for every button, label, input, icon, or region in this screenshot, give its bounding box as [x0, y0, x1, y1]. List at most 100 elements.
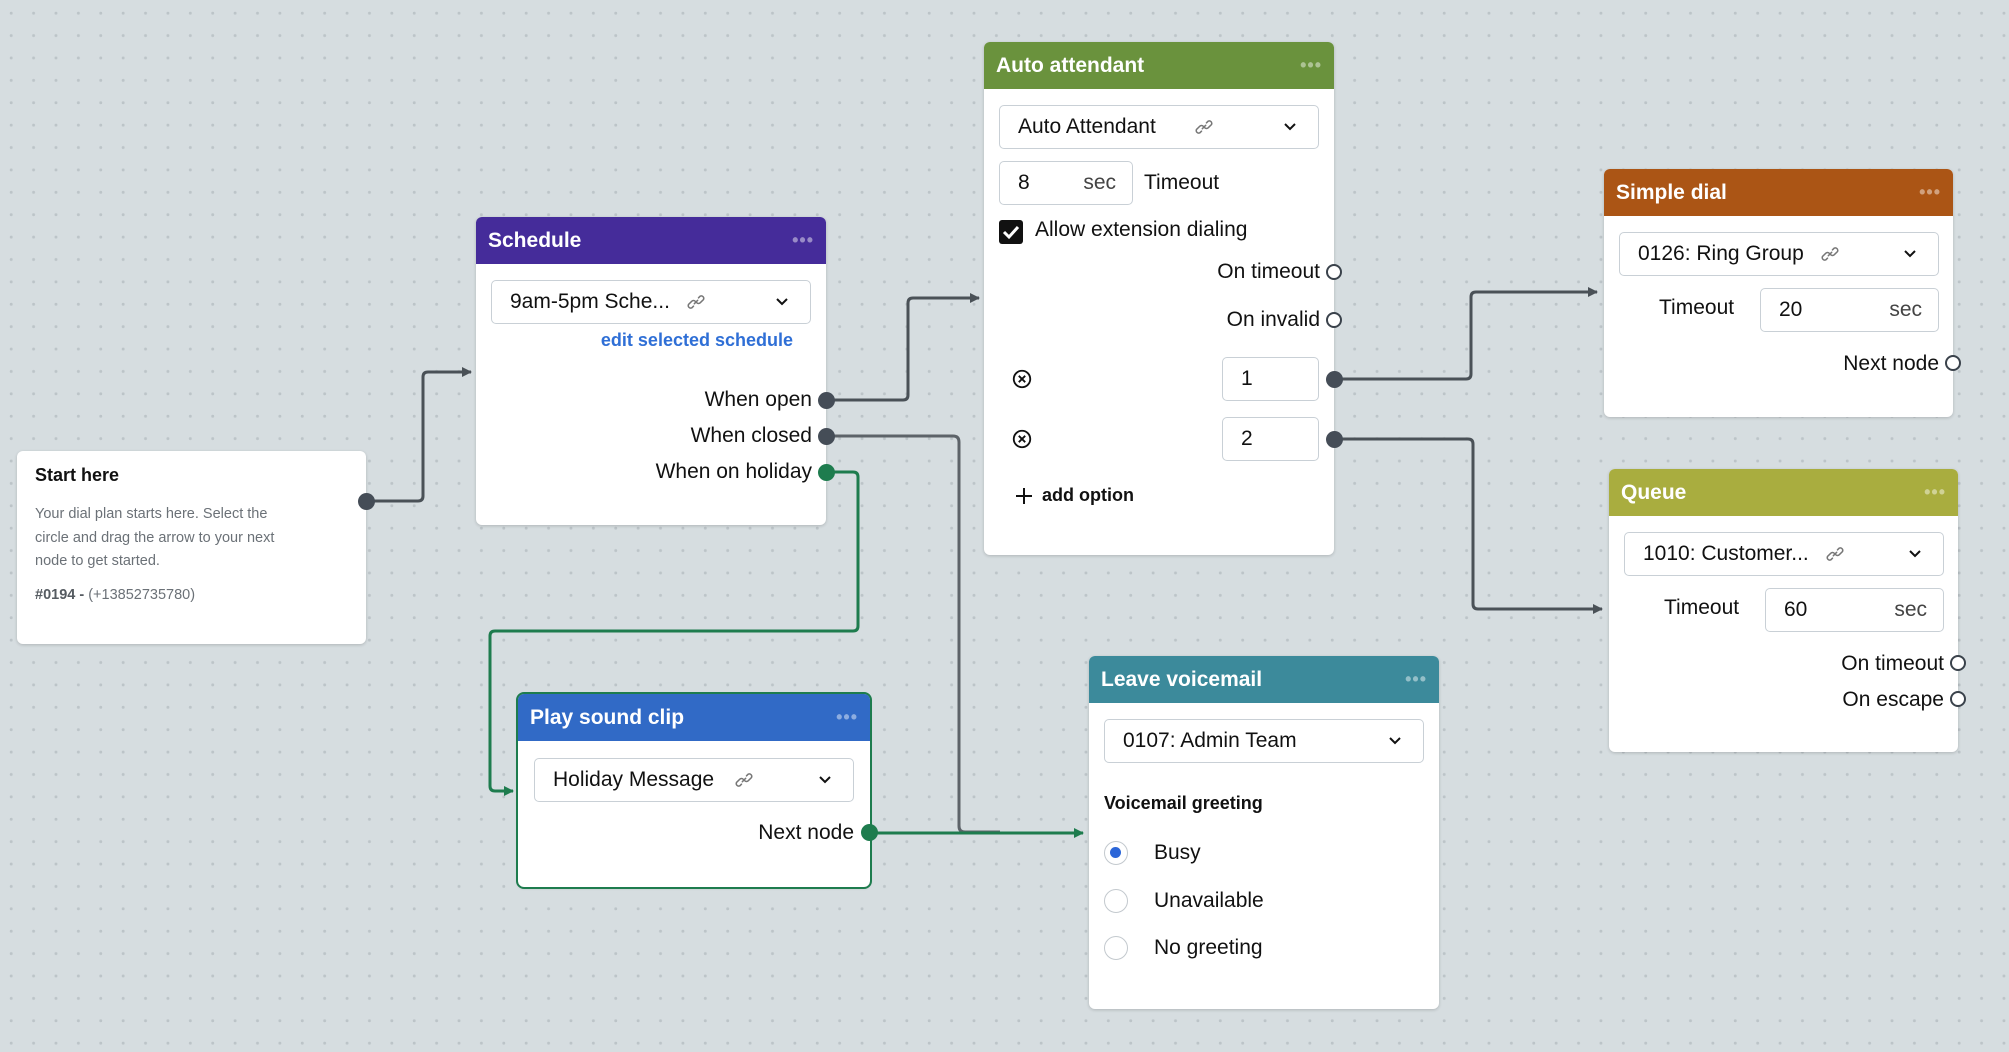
start-title: Start here [35, 465, 120, 485]
queue-header[interactable]: Queue ••• [1609, 469, 1958, 516]
option-1-handle[interactable] [1326, 371, 1343, 388]
schedule-menu-icon[interactable]: ••• [792, 230, 814, 251]
when-on-holiday-handle[interactable] [818, 464, 835, 481]
option-2-input[interactable]: 2 [1222, 417, 1319, 461]
schedule-title: Schedule [488, 228, 582, 252]
simple-dial-next-node-handle[interactable] [1945, 355, 1961, 371]
schedule-header[interactable]: Schedule ••• [476, 217, 826, 264]
queue-on-timeout-label: On timeout [1841, 652, 1944, 675]
voicemail-greeting-title: Voicemail greeting [1104, 793, 1263, 813]
auto-attendant-node[interactable]: Auto attendant ••• Auto Attendant 8 sec … [984, 42, 1334, 555]
timeout-label: Timeout [1144, 171, 1220, 194]
edit-selected-schedule-link[interactable]: edit selected schedule [601, 330, 793, 351]
edge-option-1-to-simple-dial[interactable] [1334, 287, 1598, 381]
start-output-handle[interactable] [358, 493, 375, 510]
timeout-value: 8 [1018, 171, 1030, 194]
chevron-down-icon [1909, 550, 1921, 558]
when-closed-handle[interactable] [818, 428, 835, 445]
auto-attendant-select[interactable]: Auto Attendant [999, 105, 1319, 149]
auto-attendant-select-value: Auto Attendant [1018, 115, 1156, 138]
simple-dial-timeout-label: Timeout [1659, 296, 1735, 319]
play-sound-clip-select-value: Holiday Message [553, 768, 715, 791]
link-icon[interactable] [734, 770, 754, 790]
leave-voicemail-header[interactable]: Leave voicemail ••• [1089, 656, 1439, 703]
simple-dial-title: Simple dial [1616, 180, 1727, 204]
leave-voicemail-menu-icon[interactable]: ••• [1405, 669, 1427, 690]
when-closed-label: When closed [690, 424, 812, 447]
option-2-value: 2 [1241, 427, 1253, 450]
link-icon[interactable] [686, 292, 706, 312]
play-sound-clip-menu-icon[interactable]: ••• [836, 707, 858, 728]
chevron-down-icon [1904, 250, 1916, 258]
queue-timeout-unit: sec [1894, 598, 1927, 621]
simple-dial-timeout-input[interactable]: 20 sec [1760, 288, 1939, 332]
auto-attendant-header[interactable]: Auto attendant ••• [984, 42, 1334, 89]
play-sound-clip-next-node-label: Next node [758, 821, 854, 844]
edge-start-to-schedule[interactable] [366, 367, 472, 503]
simple-dial-next-node-label: Next node [1843, 352, 1939, 375]
simple-dial-node[interactable]: Simple dial ••• 0126: Ring Group Timeout… [1604, 169, 1953, 417]
queue-node[interactable]: Queue ••• 1010: Customer... Timeout 60 s… [1609, 469, 1958, 752]
auto-attendant-menu-icon[interactable]: ••• [1300, 55, 1322, 76]
play-sound-clip-title: Play sound clip [530, 705, 685, 729]
dial-plan-canvas[interactable]: Start here Your dial plan starts here. S… [0, 0, 2009, 1052]
on-timeout-handle[interactable] [1326, 264, 1342, 280]
greeting-no-greeting-label[interactable]: No greeting [1154, 936, 1263, 960]
play-sound-clip-header[interactable]: Play sound clip ••• [518, 694, 870, 741]
link-icon[interactable] [1194, 117, 1214, 137]
when-open-handle[interactable] [818, 392, 835, 409]
add-option-button[interactable]: add option [1014, 485, 1134, 506]
remove-option-2-icon[interactable] [1011, 428, 1033, 450]
option-1-input[interactable]: 1 [1222, 357, 1319, 401]
play-sound-clip-node[interactable]: Play sound clip ••• Holiday Message Next… [516, 692, 872, 889]
queue-menu-icon[interactable]: ••• [1924, 482, 1946, 503]
link-icon[interactable] [1825, 544, 1845, 564]
on-timeout-label: On timeout [1217, 260, 1320, 283]
plus-icon [1016, 487, 1032, 504]
auto-attendant-title: Auto attendant [996, 53, 1145, 77]
simple-dial-menu-icon[interactable]: ••• [1919, 182, 1941, 203]
chevron-down-icon [1389, 737, 1401, 745]
when-on-holiday-label: When on holiday [655, 460, 812, 483]
start-number-label: #0194 - [35, 587, 85, 603]
add-option-label: add option [1042, 485, 1134, 505]
greeting-busy-label[interactable]: Busy [1154, 841, 1201, 865]
on-invalid-handle[interactable] [1326, 312, 1342, 328]
checkmark-icon [1002, 225, 1020, 240]
when-open-label: When open [704, 388, 812, 411]
schedule-select[interactable]: 9am-5pm Sche... [491, 280, 811, 324]
option-2-handle[interactable] [1326, 431, 1343, 448]
simple-dial-select[interactable]: 0126: Ring Group [1619, 232, 1939, 276]
leave-voicemail-node[interactable]: Leave voicemail ••• 0107: Admin Team Voi… [1089, 656, 1439, 1009]
start-number-value: (+13852735780) [88, 587, 196, 603]
queue-timeout-value: 60 [1784, 598, 1808, 621]
allow-extension-label: Allow extension dialing [1035, 218, 1248, 241]
timeout-unit: sec [1083, 171, 1116, 194]
start-node[interactable]: Start here Your dial plan starts here. S… [17, 451, 366, 644]
leave-voicemail-select[interactable]: 0107: Admin Team [1104, 719, 1424, 763]
greeting-unavailable-radio[interactable] [1104, 889, 1128, 913]
leave-voicemail-select-value: 0107: Admin Team [1123, 729, 1297, 752]
on-invalid-label: On invalid [1226, 308, 1320, 331]
queue-on-timeout-handle[interactable] [1950, 655, 1966, 671]
allow-extension-checkbox[interactable] [999, 220, 1023, 244]
play-sound-clip-select[interactable]: Holiday Message [534, 758, 854, 802]
simple-dial-header[interactable]: Simple dial ••• [1604, 169, 1953, 216]
chevron-down-icon [819, 776, 831, 784]
play-sound-clip-next-node-handle[interactable] [861, 824, 878, 841]
link-icon[interactable] [1820, 244, 1840, 264]
remove-option-1-icon[interactable] [1011, 368, 1033, 390]
start-description: Your dial plan starts here. Select the c… [35, 506, 275, 569]
schedule-node[interactable]: Schedule ••• 9am-5pm Sche... edit select… [476, 217, 826, 525]
leave-voicemail-title: Leave voicemail [1101, 667, 1263, 691]
edge-when-open-to-auto-attendant[interactable] [826, 293, 980, 402]
schedule-select-value: 9am-5pm Sche... [510, 290, 670, 313]
greeting-no-greeting-radio[interactable] [1104, 936, 1128, 960]
queue-on-escape-handle[interactable] [1950, 691, 1966, 707]
auto-attendant-timeout-input[interactable]: 8 sec [999, 161, 1133, 205]
greeting-unavailable-label[interactable]: Unavailable [1154, 889, 1264, 913]
queue-select[interactable]: 1010: Customer... [1624, 532, 1944, 576]
edge-option-2-to-queue[interactable] [1334, 437, 1603, 614]
queue-timeout-input[interactable]: 60 sec [1765, 588, 1944, 632]
greeting-busy-radio[interactable] [1104, 841, 1128, 865]
